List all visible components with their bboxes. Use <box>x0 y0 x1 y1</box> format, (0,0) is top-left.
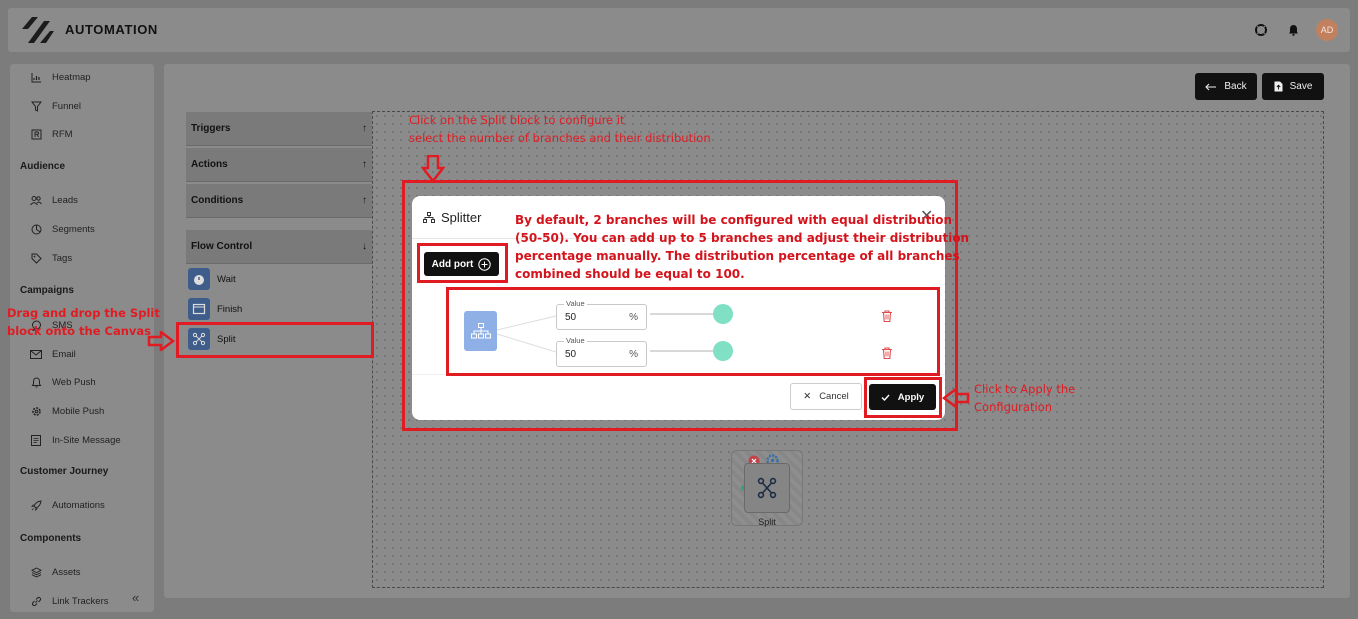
annotation-drag: Drag and drop the Split block onto the C… <box>7 306 160 338</box>
annotation-box-split-item <box>176 322 374 358</box>
gear-icon <box>29 404 43 418</box>
split-icon <box>757 477 777 499</box>
help-lifebuoy-icon[interactable] <box>1252 21 1270 39</box>
chart-icon <box>29 70 43 84</box>
sidebar-item-automations[interactable]: Automations <box>29 498 105 512</box>
sidebar-section-audience: Audience <box>20 161 66 172</box>
annotation-arrow-down-icon <box>421 155 445 183</box>
back-button[interactable]: Back <box>1195 73 1257 100</box>
sidebar-item-segments[interactable]: Segments <box>29 222 95 236</box>
bell-icon <box>29 375 43 389</box>
sidebar-item-email[interactable]: Email <box>29 347 76 361</box>
rfm-icon <box>29 127 43 141</box>
sidebar-item-tags[interactable]: Tags <box>29 251 72 265</box>
file-save-icon <box>1274 81 1283 92</box>
pie-icon <box>29 222 43 236</box>
sidebar-item-heatmap[interactable]: Heatmap <box>29 70 91 84</box>
sidebar-item-rfm[interactable]: RFM <box>29 127 73 141</box>
sidebar-item-web-push[interactable]: Web Push <box>29 375 96 389</box>
canvas-node-label: Split <box>758 517 776 527</box>
top-bar: AUTOMATION AD <box>8 8 1350 52</box>
sidebar-section-campaigns: Campaigns <box>20 285 74 296</box>
sidebar-item-mobile-push[interactable]: Mobile Push <box>29 404 104 418</box>
annotation-box-add-port <box>417 243 508 283</box>
sidebar-item-link-trackers[interactable]: Link Trackers <box>29 594 109 608</box>
stack-icon <box>29 565 43 579</box>
message-icon <box>29 433 43 447</box>
mail-icon <box>29 347 43 361</box>
rocket-icon <box>29 498 43 512</box>
tag-icon <box>29 251 43 265</box>
annotation-arrow-right-icon <box>147 331 175 351</box>
sidebar-section-components: Components <box>20 533 82 544</box>
sidebar-item-in-site-message[interactable]: In-Site Message <box>29 433 121 447</box>
annotation-box-apply <box>864 377 942 418</box>
arrow-up-icon: ↑ <box>362 159 367 170</box>
annotation-top: Click on the Split block to configure it… <box>409 113 711 145</box>
sidebar-collapse-icon[interactable]: « <box>132 590 139 605</box>
app-logo[interactable] <box>20 15 56 45</box>
palette-item-finish[interactable]: Finish <box>188 298 242 320</box>
app-title: AUTOMATION <box>65 22 158 37</box>
palette-group-triggers[interactable]: Triggers ↑ <box>186 112 372 146</box>
notification-bell-icon[interactable] <box>1284 21 1302 39</box>
annotation-apply: Click to Apply the Configuration <box>974 382 1076 414</box>
timer-icon <box>188 268 210 290</box>
user-avatar[interactable]: AD <box>1316 19 1338 41</box>
sidebar-item-leads[interactable]: Leads <box>29 193 78 207</box>
link-icon <box>29 594 43 608</box>
annotation-arrow-left-icon <box>942 388 970 408</box>
sidebar-section-customer-journey: Customer Journey <box>20 466 109 477</box>
palette-group-actions[interactable]: Actions ↑ <box>186 148 372 182</box>
arrow-left-icon <box>1205 83 1217 90</box>
funnel-icon <box>29 99 43 113</box>
arrow-down-icon: ↓ <box>362 241 367 252</box>
sidebar-item-assets[interactable]: Assets <box>29 565 81 579</box>
canvas-split-node[interactable]: Split <box>731 450 803 527</box>
palette-group-flow-control[interactable]: Flow Control ↓ <box>186 230 372 264</box>
users-icon <box>29 193 43 207</box>
annotation-box-branches <box>446 287 940 376</box>
sidebar-item-funnel[interactable]: Funnel <box>29 99 81 113</box>
palette-item-wait[interactable]: Wait <box>188 268 236 290</box>
palette-group-conditions[interactable]: Conditions ↑ <box>186 184 372 218</box>
annotation-defaults: By default, 2 branches will be configure… <box>515 213 970 281</box>
save-button[interactable]: Save <box>1262 73 1324 100</box>
arrow-up-icon: ↑ <box>362 195 367 206</box>
finish-icon <box>188 298 210 320</box>
arrow-up-icon: ↑ <box>362 123 367 134</box>
